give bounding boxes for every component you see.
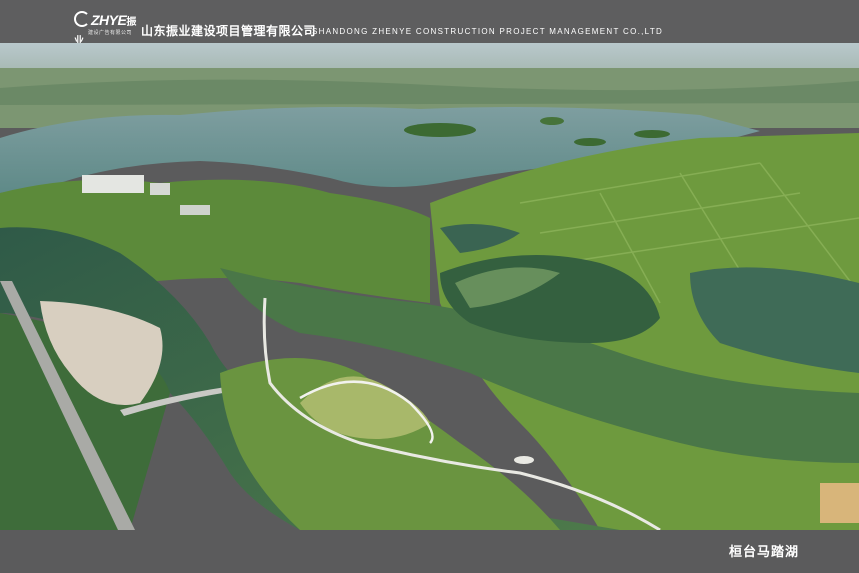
building xyxy=(150,183,170,195)
building xyxy=(82,175,144,193)
footer-banner: 桓台马踏湖 xyxy=(0,530,859,573)
photo-caption: 桓台马踏湖 xyxy=(728,545,799,560)
aerial-photo xyxy=(0,43,859,530)
building xyxy=(180,205,210,215)
building xyxy=(820,483,859,523)
island xyxy=(404,123,476,137)
company-name-en: SHANDONG ZHENYE CONSTRUCTION PROJECT MAN… xyxy=(312,27,664,36)
company-logo: ZHYE振业 建设广告有限公司 xyxy=(74,11,136,47)
header-banner: ZHYE振业 建设广告有限公司 山东振业建设项目管理有限公司 SHANDONG … xyxy=(0,0,859,47)
company-name-cn: 山东振业建设项目管理有限公司 xyxy=(141,24,317,38)
island xyxy=(574,138,606,146)
logo-subtext: 建设广告有限公司 xyxy=(88,30,133,36)
island xyxy=(634,130,670,138)
logo-swirl-icon xyxy=(74,11,90,27)
roundabout xyxy=(514,456,534,464)
logo-text: ZHYE xyxy=(91,12,127,28)
aerial-photo-illustration xyxy=(0,43,859,530)
island xyxy=(540,117,564,125)
